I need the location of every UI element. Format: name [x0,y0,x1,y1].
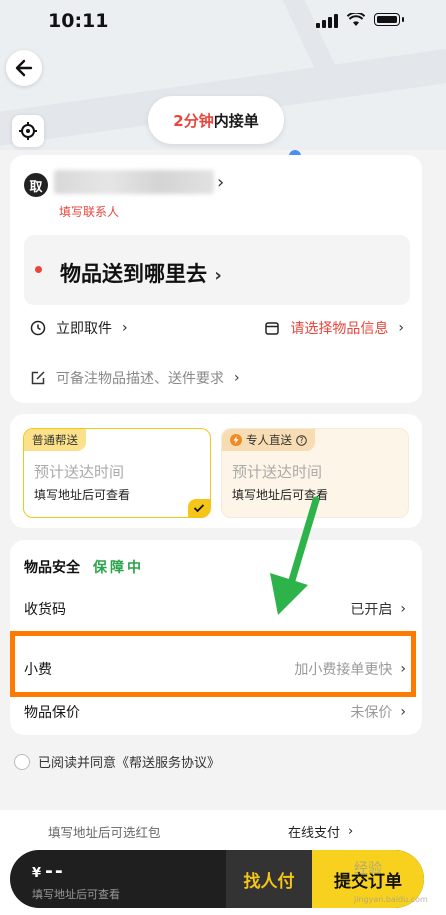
help-icon[interactable]: ? [296,434,307,446]
insurance-row[interactable]: 物品保价 未保价 › [24,702,406,722]
wifi-icon [346,11,366,31]
edit-icon [31,371,45,385]
green-arrow-annotation [270,496,320,615]
clock-icon [30,320,46,336]
note-input[interactable]: 可备注物品描述、送件要求 › [30,368,240,388]
locate-button[interactable] [12,115,44,147]
arrow-left-icon [15,59,33,77]
pickup-time-label: 立即取件 [56,321,112,337]
price-display: ¥ -- [32,860,65,882]
safety-title: 物品安全 [24,560,80,576]
battery-icon [374,13,404,26]
package-icon [265,322,280,335]
insurance-value: 未保价 [350,705,393,721]
pickup-chevron-icon: › [217,172,225,193]
destination-chevron-icon: › [214,265,222,286]
watermark-text: 经验 [354,861,382,877]
currency-symbol: ¥ [32,866,42,881]
receipt-code-label: 收货码 [24,602,66,618]
safety-badge: 保障中 [93,560,144,576]
pickup-time-selector[interactable]: 立即取件 › [30,318,128,338]
destination-dot-icon [35,266,42,273]
pickup-time-chevron-icon: › [122,320,128,336]
pickup-address-redacted[interactable] [54,170,214,194]
insurance-label: 物品保价 [24,705,80,721]
destination-input[interactable]: 物品送到哪里去 › [24,235,410,305]
insurance-chevron-icon: › [400,704,406,720]
find-payer-button[interactable]: 找人付 [226,850,312,908]
payment-chevron-icon: › [348,824,354,839]
agreement-row[interactable]: 已阅读并同意《帮送服务协议》 [14,752,220,771]
option-eta: 预计送达时间 [232,463,323,481]
receipt-code-chevron-icon: › [400,601,406,617]
note-placeholder: 可备注物品描述、送件要求 [56,371,224,387]
payment-method-label: 在线支付 [288,826,341,841]
destination-label: 物品送到哪里去 [60,262,207,286]
coupon-hint[interactable]: 填写地址后可选红包 [48,822,161,841]
fill-contact-link[interactable]: 填写联系人 [59,203,119,220]
option-tag: 普通帮送 [24,429,86,451]
item-info-chevron-icon: › [398,320,404,336]
status-bar: 10:11 [0,0,446,44]
pickup-time-pill: 2分钟 内接单 [148,96,284,144]
option-tag-label: 普通帮送 [32,433,78,447]
price-hint: 填写地址后可查看 [32,888,120,901]
agreement-text: 已阅读并同意《帮送服务协议》 [38,756,221,771]
tip-highlight-box [10,631,416,697]
option-eta-hint: 填写地址后可查看 [34,488,131,502]
lightning-icon [230,434,242,446]
item-info-label: 请选择物品信息 [290,321,389,337]
payment-method[interactable]: 在线支付 › [288,822,353,841]
option-tag: 专人直送 ? [222,429,315,451]
item-info-selector[interactable]: 请选择物品信息 › [264,318,404,338]
signal-icon [316,14,340,28]
pill-text: 内接单 [213,111,259,130]
pickup-badge: 取 [24,173,48,197]
status-time: 10:11 [48,10,109,32]
svg-text:?: ? [300,436,304,445]
crosshair-icon [19,122,37,140]
option-eta: 预计送达时间 [34,463,125,481]
selected-check-icon [188,499,210,517]
agreement-radio[interactable] [14,753,30,770]
note-chevron-icon: › [234,370,240,386]
watermark-url: jingyan.baidu.com [354,895,428,904]
back-button[interactable] [6,50,42,86]
receipt-code-row[interactable]: 收货码 已开启 › [24,599,406,619]
receipt-code-value: 已开启 [350,602,393,618]
option-standard-delivery[interactable]: 普通帮送 预计送达时间 填写地址后可查看 [23,428,211,518]
price-value: -- [45,860,65,882]
option-tag-label: 专人直送 [246,433,292,447]
pill-highlight: 2分钟 [173,111,214,130]
